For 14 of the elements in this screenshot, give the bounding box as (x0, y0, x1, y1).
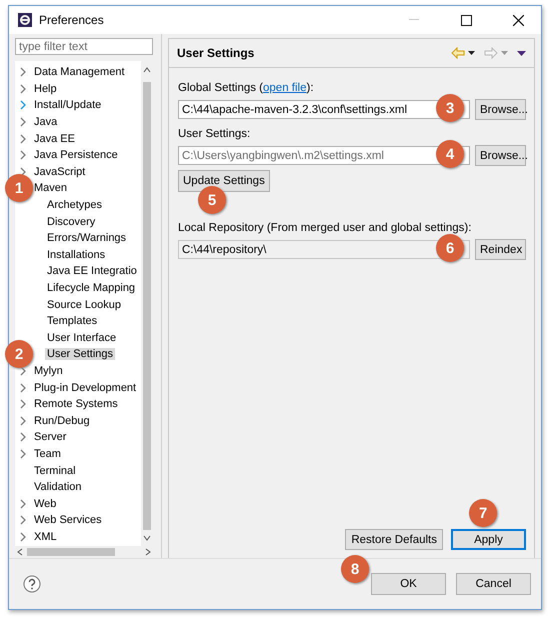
step-badge: 3 (436, 94, 464, 122)
page-title: User Settings (177, 46, 256, 60)
field-label: Global Settings ( (178, 82, 264, 94)
step-badge: 6 (436, 234, 464, 262)
step-badge: 8 (341, 555, 369, 583)
field-label: User Settings: (178, 128, 250, 140)
step-badge: 2 (5, 340, 33, 368)
step-badge: 1 (5, 174, 33, 202)
window-title: Preferences (39, 13, 105, 27)
field-label: ): (306, 82, 314, 94)
step-badge: 5 (198, 186, 226, 214)
step-badge: 4 (436, 140, 464, 168)
field-label: Local Repository (From merged user and global settings): (178, 222, 472, 234)
step-badge: 7 (469, 499, 497, 527)
